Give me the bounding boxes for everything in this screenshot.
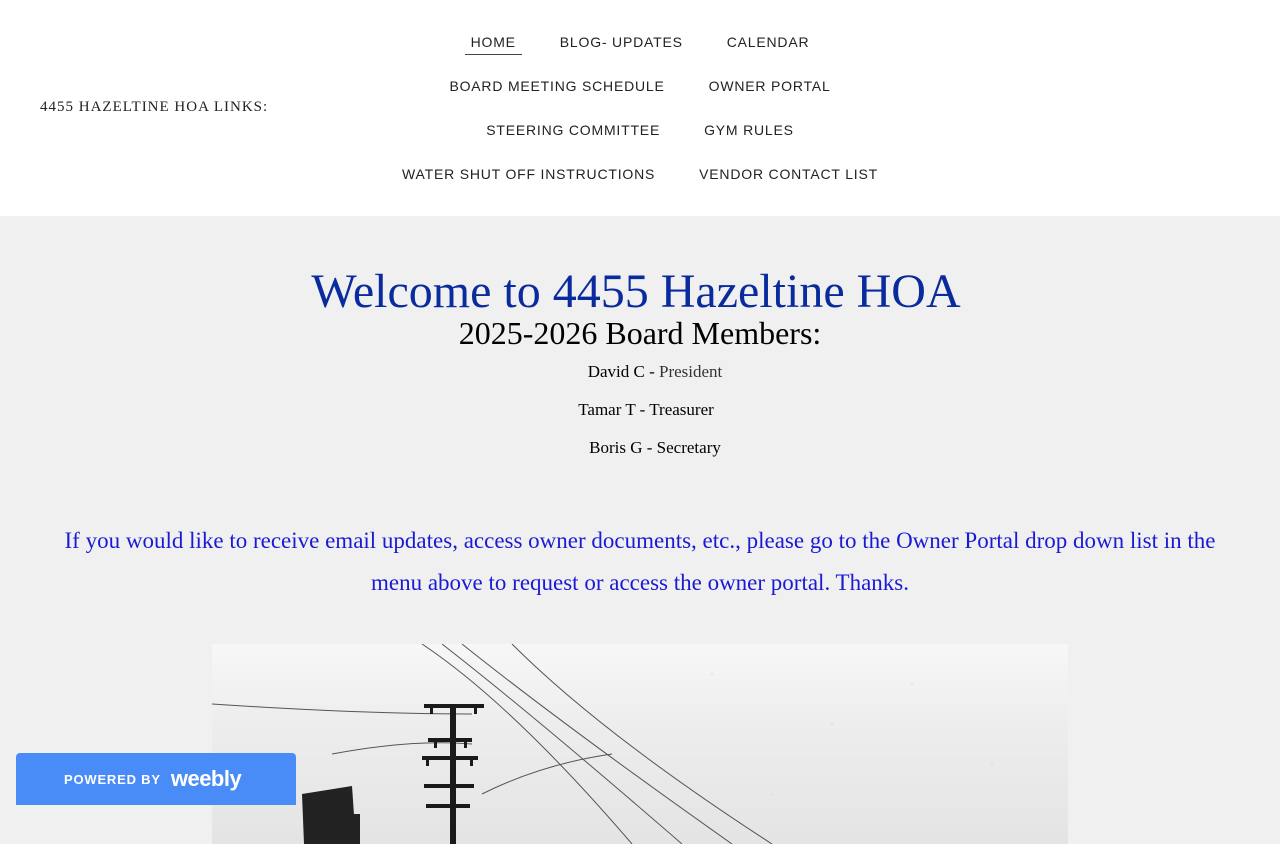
member-name: David C - [587,362,659,381]
nav-item-board-meeting-schedule[interactable]: BOARD MEETING SCHEDULE [427,64,686,108]
nav-item-owner-portal[interactable]: OWNER PORTAL [687,64,853,108]
member-name: Tamar T - [578,400,650,419]
nav-row: BOARD MEETING SCHEDULE OWNER PORTAL [340,64,940,108]
nav-row: STEERING COMMITTEE GYM RULES [340,108,940,152]
owner-portal-info: If you would like to receive email updat… [64,528,1216,595]
site-header: 4455 HAZELTINE HOA LINKS: HOME BLOG- UPD… [0,0,1280,216]
weebly-logo: weebly [170,766,242,791]
nav-item-vendor-contact-list[interactable]: VENDOR CONTACT LIST [677,152,900,196]
welcome-heading: Welcome to 4455 Hazeltine HOA [311,265,961,318]
nav-item-steering-committee[interactable]: STEERING COMMITTEE [464,108,682,152]
powered-by-weebly-badge[interactable]: POWERED BY weebly [16,753,296,805]
member-role: Secretary [656,438,721,457]
member-name: Boris G - [589,438,657,457]
historic-photo [212,644,1068,844]
nav-item-blog-updates[interactable]: BLOG- UPDATES [538,20,705,64]
member-role: President [659,362,723,381]
nav-item-calendar[interactable]: CALENDAR [705,20,832,64]
utility-pole-image [212,644,993,844]
board-member: David C - President [15,361,1280,383]
main-nav: HOME BLOG- UPDATES CALENDAR BOARD MEETIN… [340,20,940,196]
main-content: Welcome to 4455 Hazeltine HOA 2025-2026 … [0,216,1280,844]
badge-powered-label: POWERED BY [64,771,161,787]
board-member: Boris G - Secretary [15,437,1280,459]
nav-row: WATER SHUT OFF INSTRUCTIONS VENDOR CONTA… [340,152,940,196]
nav-item-home[interactable]: HOME [449,20,538,64]
nav-item-gym-rules[interactable]: GYM RULES [682,108,816,152]
board-member: Tamar T - Treasurer [6,399,1280,421]
member-role: Treasurer [649,400,714,419]
site-title[interactable]: 4455 HAZELTINE HOA LINKS: [40,99,268,116]
nav-row: HOME BLOG- UPDATES CALENDAR [340,20,940,64]
nav-item-water-shut-off-instructions[interactable]: WATER SHUT OFF INSTRUCTIONS [380,152,677,196]
board-members-heading: 2025-2026 Board Members: [458,315,822,351]
